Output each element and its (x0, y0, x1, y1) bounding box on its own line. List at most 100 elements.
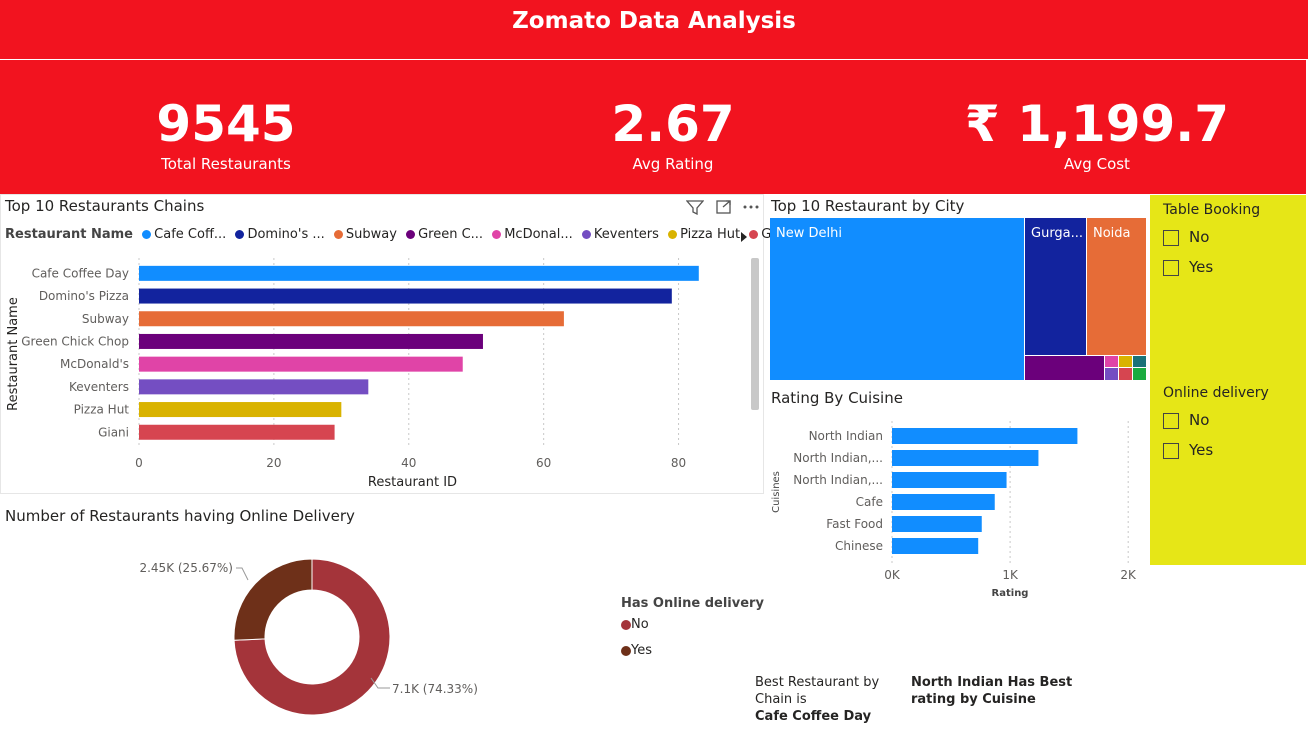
legend-dot (668, 230, 678, 239)
option-label: Yes (1189, 441, 1214, 459)
city-treemap[interactable]: New Delhi Gurga... Noida (770, 218, 1146, 380)
bar (139, 379, 369, 395)
table-booking-option-yes[interactable]: Yes (1163, 252, 1213, 282)
legend-dot (621, 645, 631, 656)
checkbox[interactable] (1163, 412, 1179, 429)
kpi-avg-rating[interactable]: 2.67 Avg Rating (523, 94, 823, 174)
y-tick-label: McDonald's (60, 357, 129, 371)
bar (139, 288, 672, 304)
online-delivery-donut: 7.1K (74.33%) 2.45K (25.67%) (139, 558, 478, 716)
online-delivery-title: Number of Restaurants having Online Deli… (5, 507, 355, 525)
y-tick-label: Domino's Pizza (39, 289, 129, 303)
legend-label: Domino's ... (247, 227, 325, 242)
y-tick-label: North Indian,... (793, 473, 883, 487)
bar (139, 311, 564, 327)
legend-dot (749, 230, 759, 239)
kpi-avg-cost[interactable]: ₹ 1,199.7 Avg Cost (947, 94, 1247, 174)
legend-label: McDonal... (504, 227, 573, 242)
table-booking-option-no[interactable]: No (1163, 222, 1209, 252)
legend-item[interactable]: Keventers (577, 227, 659, 242)
treemap-tile (1119, 356, 1132, 367)
data-label-leader (236, 567, 249, 581)
checkbox[interactable] (1163, 259, 1179, 276)
legend-item[interactable]: Pizza Hut (663, 227, 740, 242)
x-tick-label: 80 (671, 456, 686, 470)
x-tick-label: 60 (536, 456, 551, 470)
x-tick-label: 2K (1120, 568, 1137, 582)
legend-item[interactable]: McDonal... (487, 227, 573, 242)
best-cuisine-note: North Indian Has Best rating by Cuisine (911, 674, 1081, 708)
legend-label: Subway (345, 227, 397, 242)
kpi-label: Total Restaurants (161, 155, 291, 173)
online-delivery-option-yes[interactable]: Yes (1163, 435, 1213, 465)
data-label: 7.1K (74.33%) (392, 682, 478, 696)
chains-legend: Restaurant Name Cafe Coff... Domino's ..… (5, 227, 795, 242)
bar (139, 333, 483, 349)
treemap-tile (1119, 368, 1132, 380)
treemap-tile-label: New Delhi (776, 226, 842, 241)
x-tick-label: 20 (266, 456, 281, 470)
kpi-label: Avg Rating (632, 155, 714, 173)
focus-mode-icon[interactable] (715, 199, 733, 219)
online-delivery-slicer-title: Online delivery (1163, 385, 1269, 401)
legend-label: Cafe Coff... (154, 227, 227, 242)
treemap-tile-label: Gurga... (1031, 226, 1083, 241)
chains-chart-title: Top 10 Restaurants Chains (5, 197, 205, 215)
legend-item[interactable]: Green C... (401, 227, 483, 242)
option-label: Yes (1189, 258, 1214, 276)
online-delivery-option-no[interactable]: No (1163, 405, 1209, 435)
bar (892, 538, 979, 554)
legend-item[interactable]: Cafe Coff... (137, 227, 226, 242)
cuisine-chart-title: Rating By Cuisine (771, 389, 903, 407)
checkbox[interactable] (1163, 229, 1179, 246)
kpi-total-restaurants[interactable]: 9545 Total Restaurants (76, 94, 376, 174)
chains-scrollbar[interactable] (751, 258, 759, 410)
dashboard-title: Zomato Data Analysis (512, 8, 796, 34)
bar (139, 356, 463, 372)
legend-item[interactable]: Domino's ... (230, 227, 325, 242)
y-tick-label: Giani (98, 425, 129, 439)
y-axis-label: Cuisines (771, 471, 782, 513)
x-tick-label: 0 (135, 456, 143, 470)
best-chain-note: Best Restaurant by Chain is Cafe Coffee … (755, 674, 895, 725)
treemap-tile (1105, 356, 1118, 367)
treemap-tile (1105, 368, 1118, 380)
data-label: 2.45K (25.67%) (139, 561, 233, 575)
more-options-icon[interactable] (742, 199, 760, 219)
donut-slice (233, 558, 313, 641)
table-booking-slicer-title: Table Booking (1163, 202, 1261, 218)
legend-dot (621, 619, 631, 630)
legend-next-icon[interactable] (739, 228, 749, 247)
kpi-value: 2.67 (611, 95, 735, 153)
checkbox[interactable] (1163, 442, 1179, 459)
online-delivery-legend-title: Has Online delivery (621, 596, 764, 611)
legend-dot (333, 230, 343, 239)
kpi-bar: 9545 Total Restaurants 2.67 Avg Rating ₹… (0, 60, 1306, 194)
cuisine-bar-chart: 0K 1K 2K North Indian North Indian,... North … (771, 421, 1137, 599)
city-treemap-title: Top 10 Restaurant by City (771, 197, 965, 215)
bar (892, 472, 1007, 488)
y-tick-label: Green Chick Chop (21, 334, 129, 348)
x-tick-label: 40 (401, 456, 416, 470)
y-tick-label: Keventers (69, 380, 129, 394)
filter-icon[interactable] (685, 199, 705, 219)
legend-label: Yes (631, 643, 652, 658)
best-chain-value: Cafe Coffee Day (755, 709, 872, 724)
note-line: Best Restaurant by (755, 675, 880, 690)
legend-dot (235, 230, 245, 239)
bar (139, 265, 699, 281)
bar (892, 428, 1078, 444)
y-tick-label: Cafe Coffee Day (32, 266, 129, 280)
title-bar: Zomato Data Analysis (0, 0, 1308, 59)
legend-item-yes[interactable]: Yes (621, 643, 652, 658)
bar (892, 516, 982, 532)
x-tick-label: 0K (884, 568, 901, 582)
x-axis-label: Restaurant ID (368, 475, 457, 490)
legend-item[interactable]: Subway (329, 227, 397, 242)
legend-dot (142, 230, 152, 239)
legend-item-no[interactable]: No (621, 617, 649, 632)
y-tick-label: Chinese (835, 539, 883, 553)
kpi-value: 9545 (156, 95, 296, 153)
legend-label: Keventers (593, 227, 659, 242)
kpi-label: Avg Cost (1064, 155, 1130, 173)
